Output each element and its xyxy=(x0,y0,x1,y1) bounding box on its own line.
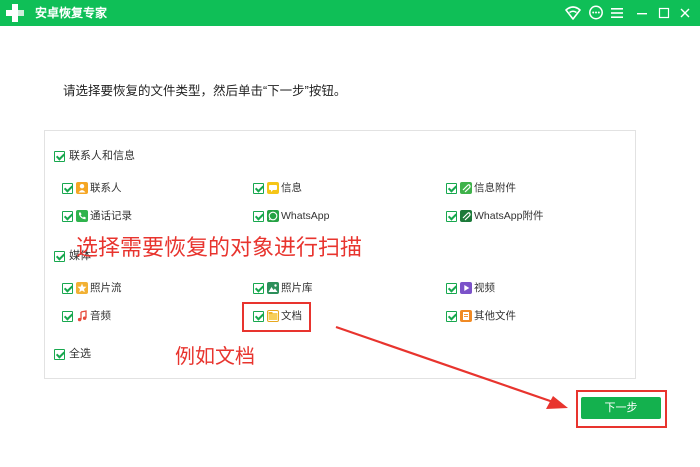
annotation-arrow xyxy=(335,325,568,409)
